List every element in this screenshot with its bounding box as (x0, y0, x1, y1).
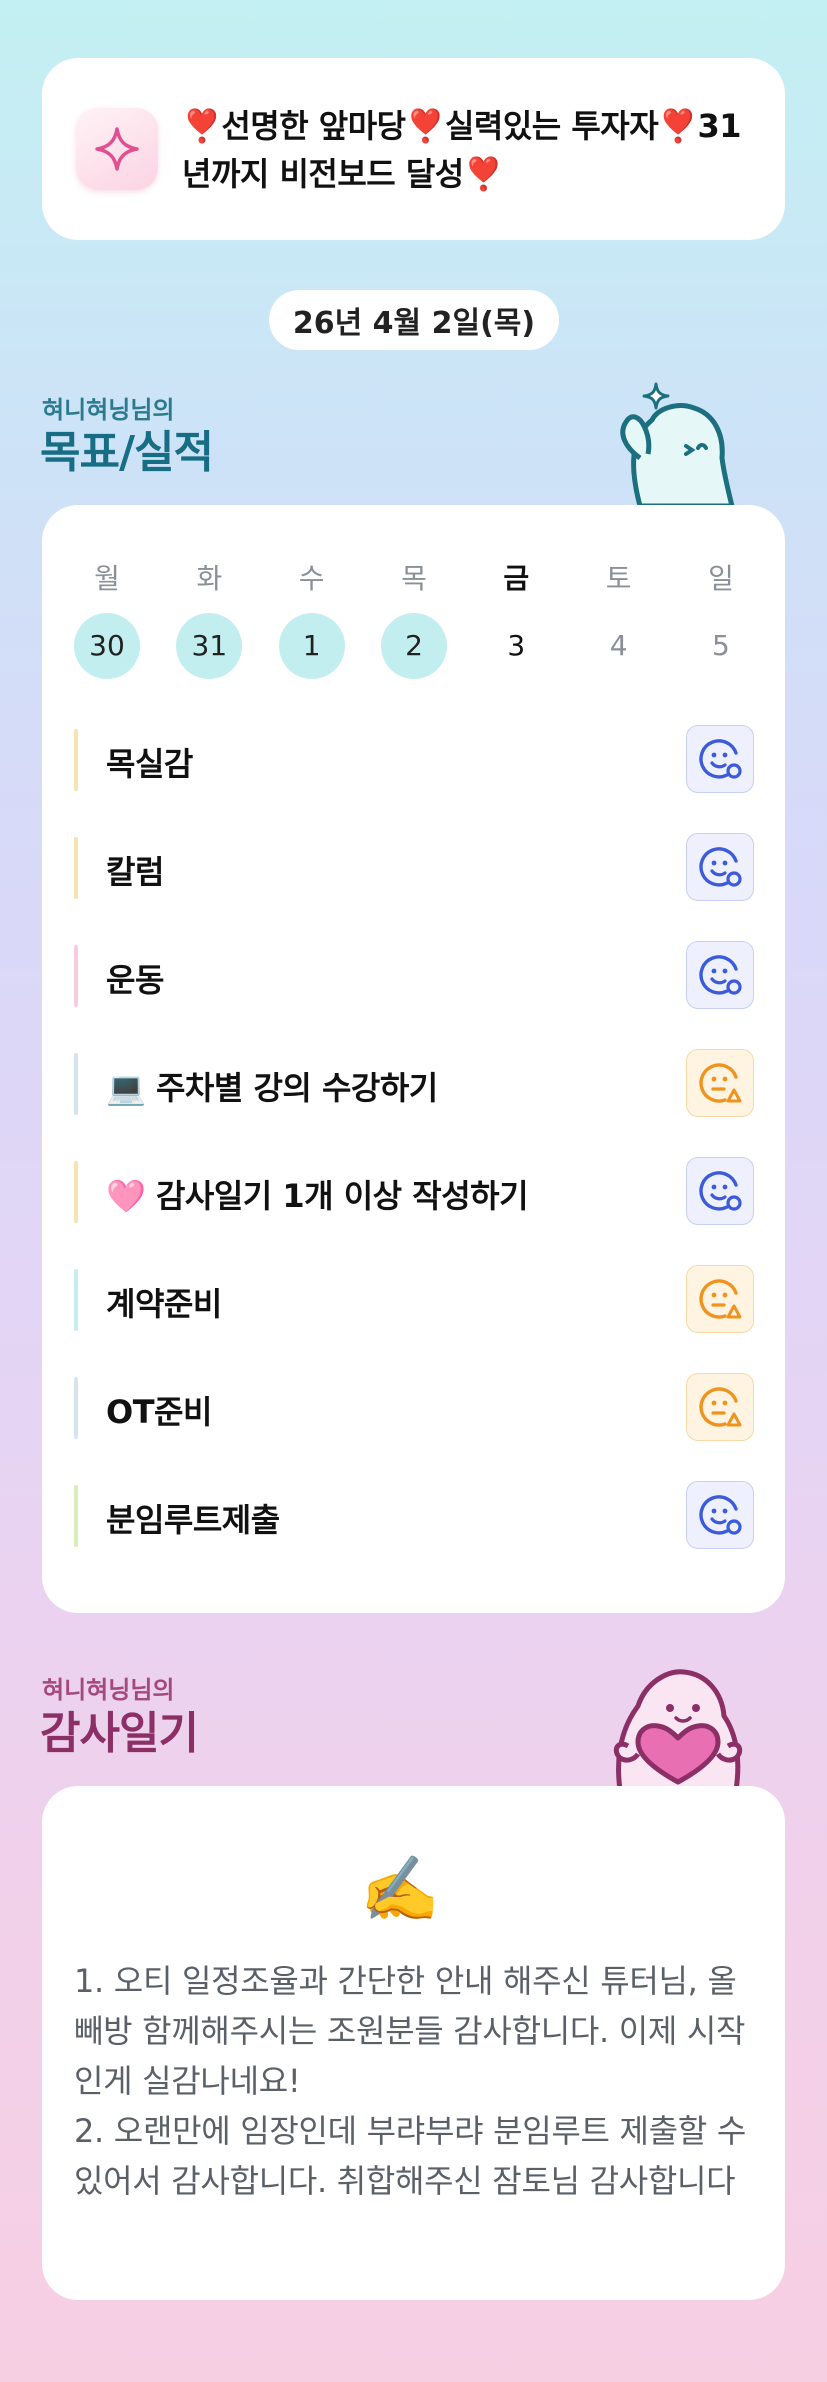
gratitude-line: 2. 오랜만에 임장인데 부랴부랴 분임루트 제출할 수 있어서 감사합니다. … (74, 2112, 746, 2200)
goal-color-bar (74, 1485, 78, 1547)
goal-label: 계약준비 (106, 1285, 222, 1323)
goal-color-bar (74, 837, 78, 899)
goal-color-bar (74, 945, 78, 1007)
weekday-row: 월 화 수 목 금 토 일 (74, 557, 754, 597)
goal-item[interactable]: 🩷 감사일기 1개 이상 작성하기 (74, 1157, 754, 1225)
mascot-thumbs-up-icon (620, 382, 735, 506)
day-cell[interactable]: 5 (688, 613, 754, 679)
smile-face-icon[interactable] (686, 941, 754, 1009)
day-cell[interactable]: 30 (74, 613, 140, 679)
goal-label: 💻 주차별 강의 수강하기 (106, 1069, 438, 1107)
day-cell-today[interactable]: 3 (483, 613, 549, 679)
day-cell[interactable]: 4 (586, 613, 652, 679)
goals-card: 월 화 수 목 금 토 일 30 31 1 2 3 4 5 목실감 칼럼 운동 … (42, 505, 785, 1613)
goal-item[interactable]: 칼럼 (74, 833, 754, 901)
goals-section-title: 목표/실적 (40, 427, 214, 478)
weekday-sun: 일 (708, 562, 734, 595)
date-pill[interactable]: 26년 4월 2일(목) (269, 290, 559, 350)
goal-item[interactable]: 분임루트제출 (74, 1481, 754, 1549)
vision-card[interactable]: ❣️선명한 앞마당❣️실력있는 투자자❣️31년까지 비전보드 달성❣️ (42, 58, 785, 240)
weekday-tue: 화 (196, 562, 223, 595)
weekday-sat: 토 (605, 562, 632, 595)
goal-label: 목실감 (106, 745, 193, 783)
goal-item[interactable]: 목실감 (74, 725, 754, 793)
goal-label: 🩷 감사일기 1개 이상 작성하기 (106, 1177, 529, 1215)
smile-face-icon[interactable] (686, 833, 754, 901)
goal-color-bar (74, 1161, 78, 1223)
smile-face-icon[interactable] (686, 1157, 754, 1225)
gratitude-line: 1. 오티 일정조율과 간단한 안내 해주신 튜터님, 올빼방 함께해주시는 조… (74, 1962, 746, 2100)
goal-item[interactable]: 계약준비 (74, 1265, 754, 1333)
goal-color-bar (74, 1269, 78, 1331)
day-cell[interactable]: 2 (380, 613, 447, 679)
neutral-face-icon[interactable] (686, 1265, 754, 1333)
gratitude-journal-card: ✍️ 1. 오티 일정조율과 간단한 안내 해주신 튜터님, 올빼방 함께해주시… (42, 1786, 785, 2300)
goal-label: 칼럼 (106, 853, 164, 891)
day-cell[interactable]: 1 (278, 613, 345, 679)
mascot-heart-icon (613, 1669, 743, 1790)
goal-label: 분임루트제출 (106, 1501, 280, 1539)
smile-face-icon[interactable] (686, 725, 754, 793)
gratitude-text: 1. 오티 일정조율과 간단한 안내 해주신 튜터님, 올빼방 함께해주시는 조… (74, 1956, 754, 2206)
goal-item[interactable]: OT준비 (74, 1373, 754, 1441)
weekday-mon: 월 (94, 562, 120, 595)
day-row: 30 31 1 2 3 4 5 (74, 613, 754, 679)
sparkle-icon (76, 108, 158, 190)
neutral-face-icon[interactable] (686, 1373, 754, 1441)
goal-item[interactable]: 💻 주차별 강의 수강하기 (74, 1049, 754, 1117)
writing-hand-icon: ✍️ (360, 1853, 440, 1927)
smile-face-icon[interactable] (686, 1481, 754, 1549)
thanks-section-title: 감사일기 (40, 1708, 199, 1759)
goal-label: 운동 (106, 961, 164, 999)
day-cell[interactable]: 31 (176, 613, 243, 679)
goal-label: OT준비 (106, 1393, 212, 1431)
neutral-face-icon[interactable] (686, 1049, 754, 1117)
goal-color-bar (74, 729, 78, 791)
weekday-wed: 수 (298, 562, 325, 595)
vision-statement: ❣️선명한 앞마당❣️실력있는 투자자❣️31년까지 비전보드 달성❣️ (182, 107, 742, 193)
weekday-fri: 금 (503, 562, 530, 595)
goal-item[interactable]: 운동 (74, 941, 754, 1009)
goal-color-bar (74, 1053, 78, 1115)
goal-color-bar (74, 1377, 78, 1439)
weekday-thu: 목 (401, 562, 427, 595)
